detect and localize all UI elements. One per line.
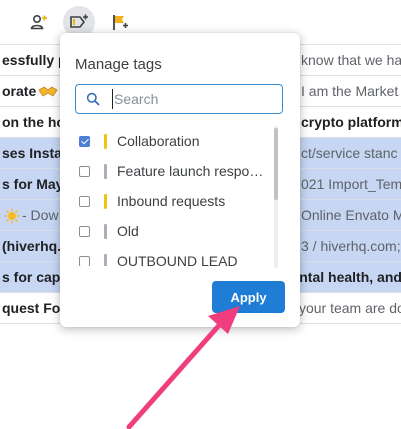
tag-checkbox[interactable]	[79, 165, 90, 177]
tag-item[interactable]: Inbound requests	[72, 186, 280, 216]
manage-tags-popup: Manage tags Collaboration Feature launch…	[60, 33, 300, 327]
tag-item[interactable]: OUTBOUND LEAD	[72, 246, 280, 266]
email-snippet: 3 / hiverhq.com;	[301, 238, 401, 254]
search-icon	[86, 92, 100, 106]
search-input[interactable]	[112, 89, 274, 109]
tag-label: Collaboration	[117, 133, 200, 149]
tag-label: Old	[117, 223, 139, 239]
search-box	[75, 84, 283, 114]
handshake-emoji-icon	[38, 86, 58, 97]
email-snippet: ct/service stanc	[301, 145, 398, 161]
scrollbar-thumb[interactable]	[274, 128, 278, 200]
label-icon	[70, 14, 88, 28]
sun-emoji-icon	[4, 208, 20, 224]
tag-color-indicator	[104, 133, 107, 149]
add-person-icon	[30, 14, 47, 30]
email-snippet: crypto platform	[301, 114, 401, 130]
tag-color-indicator	[104, 193, 107, 209]
tag-item[interactable]: Collaboration	[72, 126, 280, 156]
tag-label: Inbound requests	[117, 193, 226, 209]
email-snippet: Online Envato Ma	[301, 207, 401, 223]
tag-item[interactable]: Feature launch responses	[72, 156, 280, 186]
email-snippet: 021 Import_Tem	[301, 176, 401, 192]
tag-item[interactable]: Old	[72, 216, 280, 246]
tag-color-indicator	[104, 223, 107, 239]
tag-label: OUTBOUND LEAD	[117, 253, 238, 266]
popup-title: Manage tags	[75, 56, 162, 73]
tag-color-indicator	[104, 163, 107, 179]
flag-icon	[113, 15, 128, 30]
email-snippet: I am the Market	[301, 83, 399, 99]
tag-checkbox[interactable]	[79, 195, 90, 207]
tag-checkbox[interactable]	[79, 225, 90, 237]
tag-label: Feature launch responses	[117, 163, 267, 179]
tag-list: Collaboration Feature launch responses I…	[72, 126, 280, 266]
email-snippet: know that we hav	[301, 52, 401, 68]
tag-checkbox[interactable]	[79, 135, 90, 147]
apply-button[interactable]: Apply	[212, 281, 285, 313]
add-person-button[interactable]	[23, 6, 55, 38]
tag-list-scrollbar[interactable]	[274, 126, 278, 268]
tag-color-indicator	[104, 253, 107, 266]
tag-checkbox[interactable]	[79, 255, 90, 266]
